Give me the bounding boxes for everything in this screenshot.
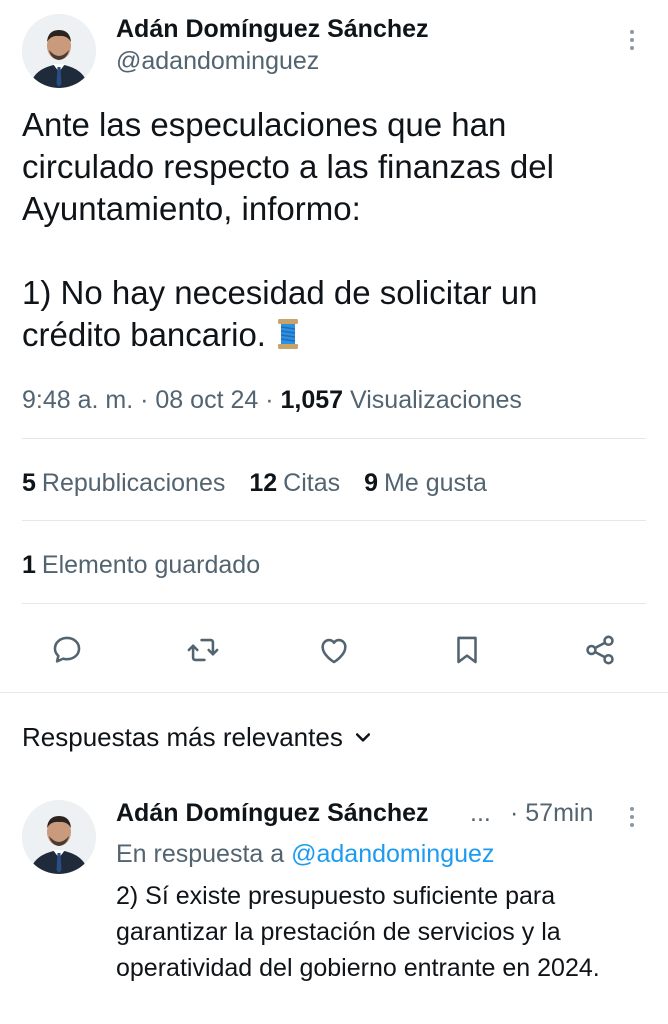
section-divider [0,692,668,693]
reply-author-name[interactable]: Adán Domínguez Sánchez [116,798,429,828]
quotes-count: 12 [249,469,278,497]
likes-label: Me gusta [384,469,487,497]
reply-time[interactable]: · 57min [510,798,593,828]
share-icon [586,635,614,665]
reply-context-prefix: En respuesta a [116,840,285,868]
thread-emoji-icon [275,318,301,360]
replies-sort-label: Respuestas más relevantes [22,722,343,752]
author-handle[interactable]: @adandominguez [116,46,319,76]
vertical-ellipsis-icon[interactable] [622,802,642,832]
bookmark-button[interactable] [447,630,487,670]
reply-context: En respuesta a @adandominguez [116,839,494,869]
repost-button[interactable] [183,630,223,670]
vertical-ellipsis-icon[interactable] [622,25,642,55]
meta-separator: · [140,386,149,414]
reposts-stat[interactable]: 5 Republicaciones [22,466,225,500]
author-avatar[interactable] [22,14,96,88]
engagement-stats: 5 Republicaciones 12 Citas 9 Me gusta [22,466,487,500]
divider [22,603,646,604]
author-name[interactable]: Adán Domínguez Sánchez [116,14,429,44]
reply-text: 2) Sí existe presupuesto suficiente para… [116,882,600,982]
bookmarks-count: 1 [22,551,36,579]
tweet-meta: 9:48 a. m. · 08 oct 24 · 1,057 Visualiza… [22,383,522,417]
likes-stat[interactable]: 9 Me gusta [364,466,487,500]
meta-separator: · [265,386,274,414]
share-button[interactable] [580,630,620,670]
divider [22,438,646,439]
replies-sort-dropdown[interactable]: Respuestas más relevantes [22,720,373,754]
like-button[interactable] [314,630,354,670]
repost-icon [187,638,219,662]
bookmarks-stat[interactable]: 1 Elemento guardado [22,548,260,582]
quotes-label: Citas [283,469,341,497]
reply-button[interactable] [47,630,87,670]
speech-bubble-icon [53,636,81,663]
chevron-down-icon [355,733,370,742]
heart-icon [321,638,347,664]
quotes-stat[interactable]: 12 Citas [249,466,340,500]
tweet-time[interactable]: 9:48 a. m. [22,386,133,414]
bookmarks-label: Elemento guardado [41,551,261,579]
divider [22,520,646,521]
tweet-text: Ante las especulaciones que han circulad… [22,104,642,360]
views-label[interactable]: Visualizaciones [350,386,522,414]
reposts-label: Republicaciones [41,469,226,497]
reply-author-avatar[interactable] [22,800,96,874]
tweet-body: Ante las especulaciones que han circulad… [22,106,554,353]
reply-name-truncation: ... [470,799,491,827]
views-count: 1,057 [280,386,344,414]
likes-count: 9 [364,469,379,497]
tweet-date[interactable]: 08 oct 24 [155,386,258,414]
reposts-count: 5 [22,469,36,497]
bookmark-icon [457,636,477,664]
reply-context-handle-link[interactable]: @adandominguez [291,840,494,868]
